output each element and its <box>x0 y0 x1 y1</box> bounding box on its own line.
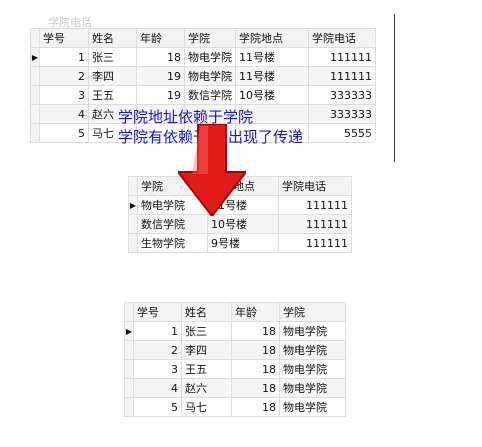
table-row[interactable]: 5 马七 18 物电学院 <box>124 397 346 417</box>
row-indicator <box>30 66 40 86</box>
row-indicator <box>124 378 134 398</box>
cell[interactable]: 3 <box>39 85 89 105</box>
cell[interactable]: 19 <box>136 66 185 86</box>
cell[interactable]: 物电学院 <box>279 397 346 417</box>
cell[interactable]: 18 <box>231 340 280 360</box>
table-row[interactable]: ▶ 1 张三 18 物电学院 <box>124 321 346 341</box>
cell[interactable]: 数信学院 <box>184 85 236 105</box>
cell[interactable]: 1 <box>133 321 182 341</box>
cell[interactable]: 物电学院 <box>279 359 346 379</box>
row-indicator <box>128 233 138 253</box>
cell[interactable]: 111111 <box>308 66 376 86</box>
current-row-marker: ▶ <box>128 195 138 215</box>
cell[interactable]: 物电学院 <box>279 340 346 360</box>
column-header[interactable]: 年龄 <box>231 302 280 322</box>
cell[interactable]: 王五 <box>181 359 232 379</box>
cell[interactable]: 18 <box>231 321 280 341</box>
cell[interactable]: 18 <box>136 47 185 67</box>
cell[interactable]: 10号楼 <box>207 214 279 234</box>
table-row[interactable]: 数信学院 10号楼 111111 <box>128 214 352 234</box>
table-header-row: 学号 姓名 年龄 学院 学院地点 学院电话 <box>30 28 376 48</box>
student-table: 学号 姓名 年龄 学院 ▶ 1 张三 18 物电学院 2 李四 18 物电学院 … <box>124 302 346 417</box>
row-indicator <box>30 104 40 124</box>
row-indicator <box>128 214 138 234</box>
cell[interactable]: 4 <box>133 378 182 398</box>
cell[interactable]: 物电学院 <box>184 47 236 67</box>
arrow-highlight <box>192 126 208 174</box>
cell[interactable]: 333333 <box>308 85 376 105</box>
table-row[interactable]: 2 李四 18 物电学院 <box>124 340 346 360</box>
cell[interactable]: 18 <box>231 378 280 398</box>
cell[interactable]: 111111 <box>278 195 352 215</box>
cell[interactable]: 张三 <box>88 47 137 67</box>
row-indicator-header <box>124 302 134 322</box>
table-row[interactable]: 生物学院 9号楼 111111 <box>128 233 352 253</box>
cell[interactable]: 物电学院 <box>279 321 346 341</box>
row-indicator <box>124 397 134 417</box>
cell[interactable]: 11号楼 <box>235 47 309 67</box>
cell[interactable]: 9号楼 <box>207 233 279 253</box>
cell[interactable]: 10号楼 <box>235 85 309 105</box>
table-row[interactable]: 3 王五 18 物电学院 <box>124 359 346 379</box>
column-header[interactable]: 学号 <box>39 28 89 48</box>
cell[interactable]: 111111 <box>308 47 376 67</box>
current-row-marker: ▶ <box>124 321 134 341</box>
cell[interactable]: 111111 <box>278 233 352 253</box>
clip-fade <box>365 128 393 148</box>
column-header[interactable]: 学院电话 <box>308 28 376 48</box>
table-header-row: 学号 姓名 年龄 学院 <box>124 302 346 322</box>
cell[interactable]: 物电学院 <box>184 66 236 86</box>
cell[interactable]: 物电学院 <box>279 378 346 398</box>
cell[interactable]: 马七 <box>181 397 232 417</box>
cell[interactable]: 王五 <box>88 85 137 105</box>
arrow-shape <box>178 124 246 216</box>
cell[interactable]: 5 <box>39 123 89 143</box>
column-header[interactable]: 学院 <box>279 302 346 322</box>
row-indicator-header <box>128 176 138 196</box>
row-indicator <box>30 85 40 105</box>
table-row[interactable]: 4 赵六 18 物电学院 <box>124 378 346 398</box>
cell[interactable]: 张三 <box>181 321 232 341</box>
cell[interactable]: 李四 <box>88 66 137 86</box>
cell[interactable]: 2 <box>133 340 182 360</box>
row-indicator <box>124 359 134 379</box>
column-header[interactable]: 姓名 <box>181 302 232 322</box>
table-row[interactable]: 3 王五 19 数信学院 10号楼 333333 <box>30 85 376 105</box>
column-header[interactable]: 学号 <box>133 302 182 322</box>
red-down-arrow-icon <box>178 124 246 216</box>
cell[interactable]: 18 <box>231 397 280 417</box>
cell[interactable]: 2 <box>39 66 89 86</box>
cell[interactable]: 3 <box>133 359 182 379</box>
column-header[interactable]: 姓名 <box>88 28 137 48</box>
cell[interactable]: 1 <box>39 47 89 67</box>
table-row[interactable]: 2 李四 19 物电学院 11号楼 111111 <box>30 66 376 86</box>
row-indicator <box>124 340 134 360</box>
cell[interactable]: 111111 <box>278 214 352 234</box>
cell[interactable]: 5 <box>133 397 182 417</box>
row-indicator <box>30 123 40 143</box>
cell[interactable]: 333333 <box>308 104 376 124</box>
column-header[interactable]: 年龄 <box>136 28 185 48</box>
cell[interactable]: 4 <box>39 104 89 124</box>
cell[interactable]: 11号楼 <box>235 66 309 86</box>
cell[interactable]: 赵六 <box>181 378 232 398</box>
cell[interactable]: 18 <box>231 359 280 379</box>
cell[interactable]: 生物学院 <box>137 233 208 253</box>
cell[interactable]: 数信学院 <box>137 214 208 234</box>
table-row[interactable]: ▶ 1 张三 18 物电学院 11号楼 111111 <box>30 47 376 67</box>
window-edge-line <box>394 14 395 162</box>
column-header[interactable]: 学院 <box>184 28 236 48</box>
column-header[interactable]: 学院地点 <box>235 28 309 48</box>
current-row-marker: ▶ <box>30 47 40 67</box>
row-indicator-header <box>30 28 40 48</box>
column-header[interactable]: 学院电话 <box>278 176 352 196</box>
cell[interactable]: 19 <box>136 85 185 105</box>
cell[interactable]: 李四 <box>181 340 232 360</box>
